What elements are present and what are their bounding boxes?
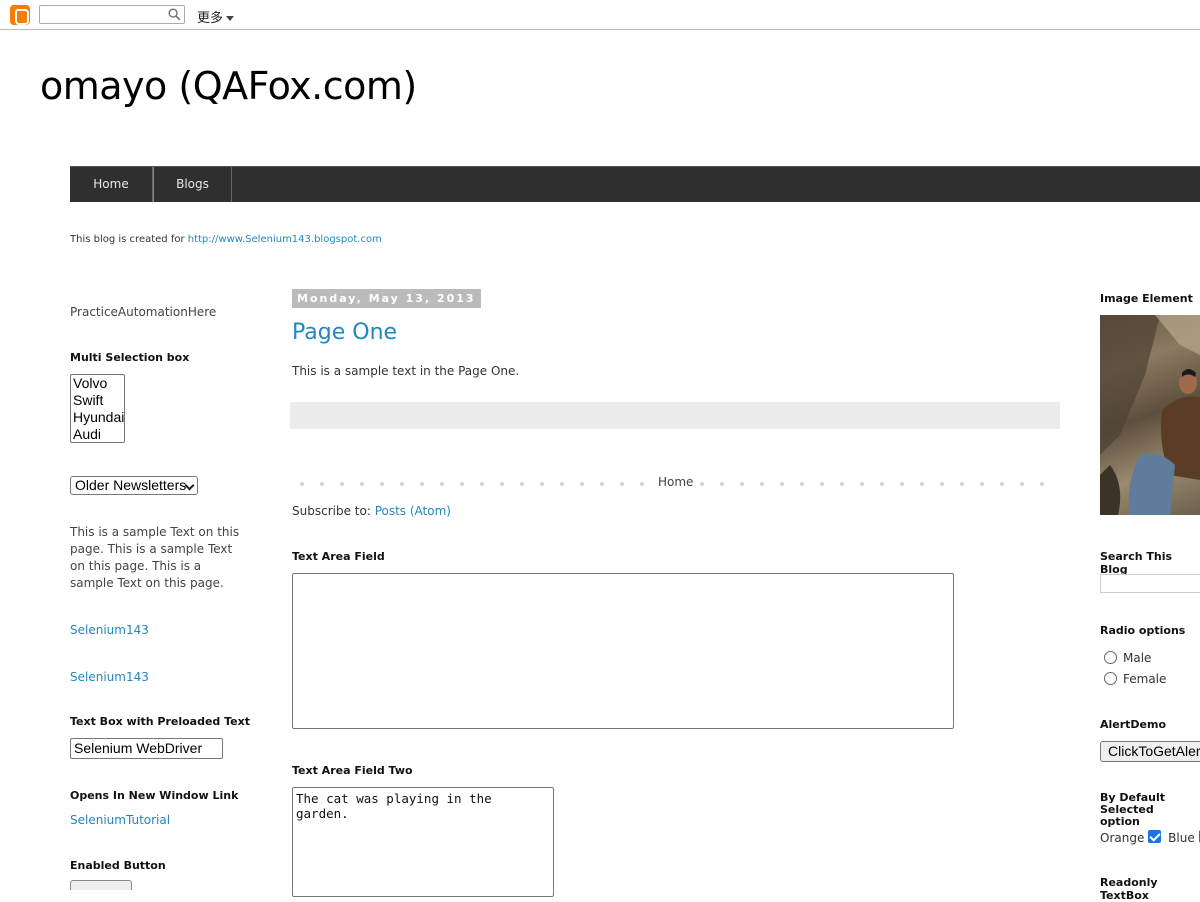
caret-down-icon xyxy=(226,16,235,21)
post-title[interactable]: Page One xyxy=(292,320,397,345)
text-area-field[interactable] xyxy=(292,573,954,729)
tab-home[interactable]: Home xyxy=(70,167,153,202)
checkbox-orange[interactable] xyxy=(1148,830,1162,843)
default-selected-title-line2: option xyxy=(1100,815,1140,828)
navbar-search-input[interactable] xyxy=(39,5,185,24)
radio-male-row[interactable]: Male xyxy=(1104,651,1151,665)
description-link[interactable]: http://www.Selenium143.blogspot.com xyxy=(188,234,382,245)
selenium-tutorial-link[interactable]: SeleniumTutorial xyxy=(70,813,170,827)
readonly-textbox-title: Readonly TextBox xyxy=(1100,876,1158,902)
preloaded-textbox[interactable]: Selenium WebDriver xyxy=(70,738,223,759)
radio-female-label: Female xyxy=(1123,672,1167,686)
post-date: Monday, May 13, 2013 xyxy=(292,289,481,308)
alert-demo-title: AlertDemo xyxy=(1100,718,1167,731)
newsletter-dropdown[interactable]: Older Newsletters xyxy=(70,476,198,495)
post-title-link[interactable]: Page One xyxy=(292,320,397,345)
page-tabs: Home Blogs xyxy=(70,166,1200,202)
multi-selection-box[interactable]: Volvo Swift Hyundai Audi xyxy=(70,374,125,443)
blogger-navbar: 更多 xyxy=(0,0,1200,30)
radio-male[interactable] xyxy=(1104,651,1117,664)
search-icon[interactable] xyxy=(168,8,181,21)
radio-female-row[interactable]: Female xyxy=(1104,672,1166,686)
post-body: This is a sample text in the Page One. xyxy=(292,364,520,378)
search-blog-title: Search This Blog xyxy=(1100,550,1173,576)
radio-male-label: Male xyxy=(1123,651,1152,665)
person-photo-icon xyxy=(1100,315,1200,515)
image-element-title: Image Element xyxy=(1100,292,1193,305)
multi-option-hyundai[interactable]: Hyundai xyxy=(73,409,124,426)
blogger-logo-icon[interactable] xyxy=(10,5,30,25)
multi-option-volvo[interactable]: Volvo xyxy=(73,375,122,392)
checkbox-orange-label: Orange xyxy=(1100,831,1145,845)
profile-photo xyxy=(1100,315,1200,515)
selenium143-link-1[interactable]: Selenium143 xyxy=(70,623,149,637)
multi-selection-title: Multi Selection box xyxy=(70,351,190,364)
enabled-button-title: Enabled Button xyxy=(70,859,166,872)
newsletter-dropdown-value: Older Newsletters xyxy=(75,477,187,493)
subscribe-line: Subscribe to: Posts (Atom) xyxy=(292,504,451,518)
checkbox-blue-label: Blue xyxy=(1168,831,1195,845)
blog-pager: Home xyxy=(292,476,1052,490)
default-selected-title-line1: By Default Selected xyxy=(1100,791,1166,816)
subscribe-atom-link[interactable]: Posts (Atom) xyxy=(375,504,451,518)
multi-option-audi[interactable]: Audi xyxy=(73,426,122,443)
default-selected-title: By Default Selected option xyxy=(1100,792,1200,828)
post-footer xyxy=(290,402,1060,429)
more-menu-label: 更多 xyxy=(197,11,224,26)
pager-home-link[interactable]: Home xyxy=(652,476,700,489)
more-menu-button[interactable]: 更多 xyxy=(197,7,235,26)
blog-search-input[interactable] xyxy=(1100,574,1200,593)
sample-text: This is a sample Text on this page. This… xyxy=(70,525,240,590)
blog-title: omayo (QAFox.com) xyxy=(40,64,417,108)
click-to-get-alert-button[interactable]: ClickToGetAlert xyxy=(1100,741,1200,762)
practice-automation-text: PracticeAutomationHere xyxy=(70,305,217,319)
subscribe-text: Subscribe to: xyxy=(292,504,375,518)
checkbox-row: Orange Blue xyxy=(1100,830,1200,845)
selenium143-link-2[interactable]: Selenium143 xyxy=(70,670,149,684)
multi-option-swift[interactable]: Swift xyxy=(73,392,122,409)
description-text: This blog is created for xyxy=(70,234,188,245)
blog-description: This blog is created for http://www.Sele… xyxy=(70,234,382,245)
text-area-title: Text Area Field xyxy=(292,550,385,563)
tab-blogs[interactable]: Blogs xyxy=(153,167,232,202)
new-window-title: Opens In New Window Link xyxy=(70,789,239,802)
text-area-field-two[interactable]: The cat was playing in the garden. xyxy=(292,787,554,897)
radio-options-title: Radio options xyxy=(1100,624,1186,637)
radio-female[interactable] xyxy=(1104,672,1117,685)
preloaded-textbox-title: Text Box with Preloaded Text xyxy=(70,715,250,728)
text-area-two-title: Text Area Field Two xyxy=(292,764,413,777)
enabled-button[interactable] xyxy=(70,880,132,890)
